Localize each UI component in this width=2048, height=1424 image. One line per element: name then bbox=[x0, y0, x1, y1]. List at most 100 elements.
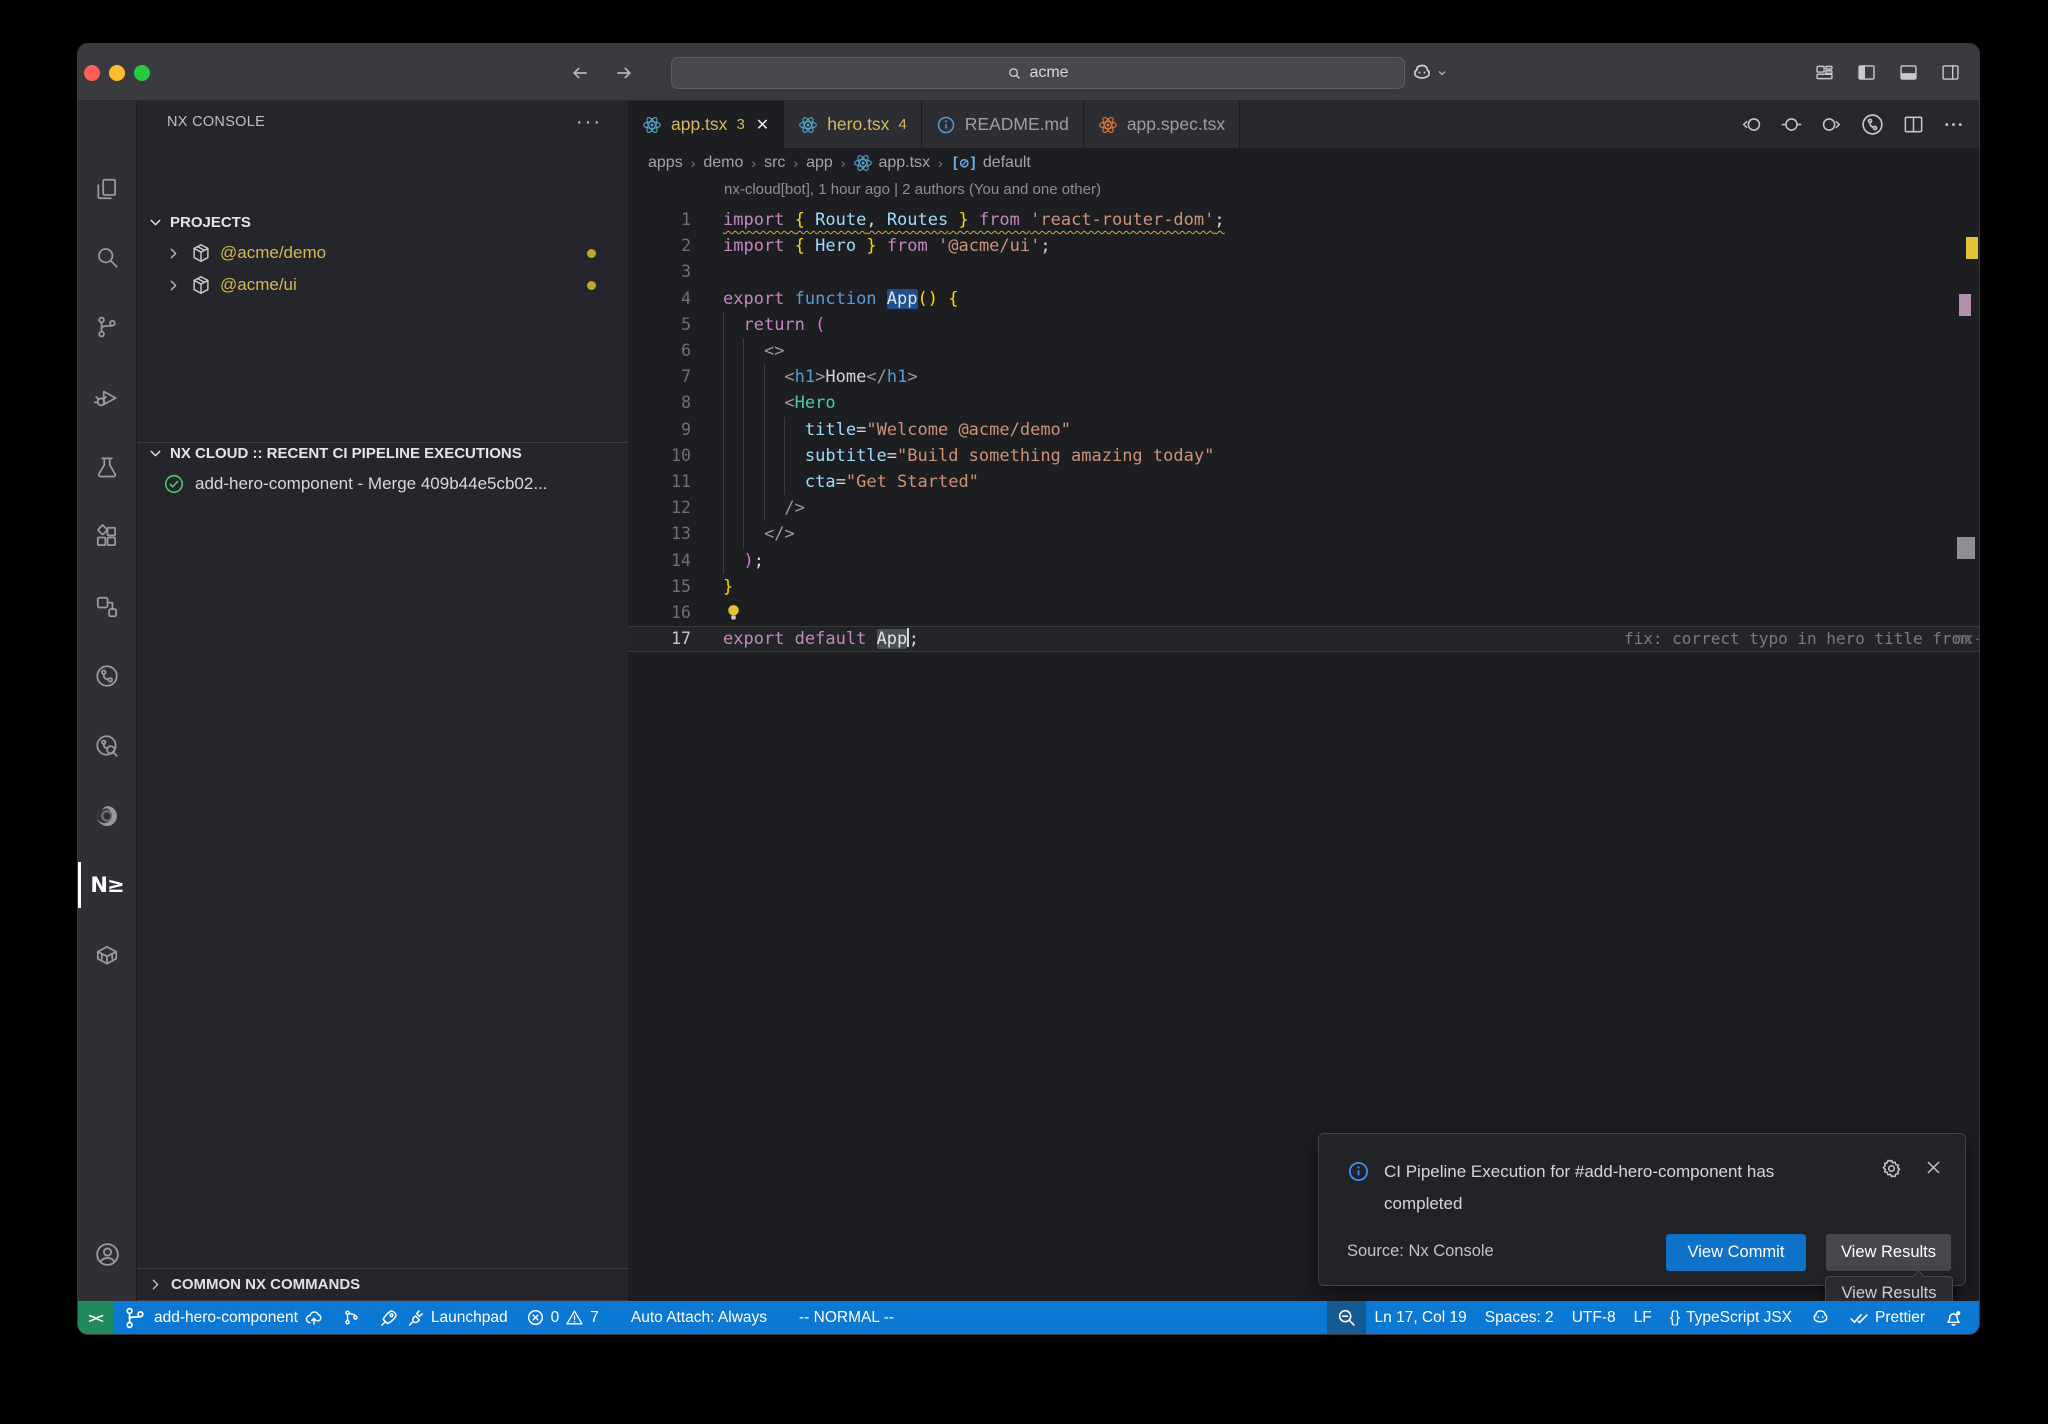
more-actions-icon[interactable]: ··· bbox=[576, 111, 602, 134]
command-center-search[interactable]: acme bbox=[671, 57, 1405, 89]
pipeline-execution-item[interactable]: add-hero-component - Merge 409b44e5cb02.… bbox=[137, 468, 628, 500]
notification-close-icon[interactable] bbox=[1924, 1158, 1943, 1179]
code-line-1[interactable]: 1 import { Route, Routes } from 'react-ro… bbox=[628, 207, 1979, 233]
code-line-16[interactable]: 16 bbox=[628, 600, 1979, 626]
status-copilot[interactable] bbox=[1801, 1301, 1840, 1334]
code-line-5[interactable]: 5 return ( bbox=[628, 312, 1979, 338]
breadcrumb-separator: › bbox=[793, 155, 798, 171]
breadcrumb-item-src[interactable]: src bbox=[764, 154, 785, 172]
status-vim-mode[interactable]: -- NORMAL -- bbox=[790, 1301, 903, 1334]
line-number: 1 bbox=[628, 207, 691, 233]
nav-back-circle-icon[interactable] bbox=[1740, 113, 1763, 136]
remote-indicator[interactable]: >< bbox=[78, 1301, 113, 1334]
activity-item-accounts[interactable] bbox=[78, 1225, 136, 1283]
activity-item-search[interactable] bbox=[78, 228, 136, 286]
toggle-primary-sidebar-icon[interactable] bbox=[1856, 62, 1877, 83]
activity-item-testing[interactable] bbox=[78, 438, 136, 496]
split-editor-icon[interactable] bbox=[1902, 113, 1925, 136]
zoom-window-button[interactable] bbox=[134, 65, 150, 81]
breadcrumb-item-demo[interactable]: demo bbox=[703, 154, 743, 172]
tab-README.md[interactable]: README.md bbox=[922, 101, 1084, 148]
code-text: import { Route, Routes } from 'react-rou… bbox=[723, 207, 1225, 233]
project-item[interactable]: @acme/demo bbox=[137, 237, 628, 269]
code-line-6[interactable]: 6 <> bbox=[628, 338, 1979, 364]
tab-app.tsx[interactable]: app.tsx3✕ bbox=[628, 101, 784, 148]
status-graph[interactable] bbox=[333, 1301, 370, 1334]
status-branch[interactable]: add-hero-component bbox=[113, 1301, 333, 1334]
breadcrumb-item-apps[interactable]: apps bbox=[648, 154, 683, 172]
tab-hero.tsx[interactable]: hero.tsx4 bbox=[784, 101, 922, 148]
code-line-10[interactable]: 10 subtitle="Build something amazing tod… bbox=[628, 443, 1979, 469]
code-line-13[interactable]: 13 </> bbox=[628, 521, 1979, 547]
status-text: add-hero-component bbox=[154, 1309, 298, 1327]
code-line-15[interactable]: 15} bbox=[628, 574, 1979, 600]
copilot-menu[interactable] bbox=[1410, 57, 1448, 89]
minimize-window-button[interactable] bbox=[109, 65, 125, 81]
status-auto-attach[interactable]: Auto Attach: Always bbox=[622, 1301, 776, 1334]
section-header-projects[interactable]: PROJECTS bbox=[137, 207, 628, 237]
activity-item-gitlens[interactable] bbox=[78, 647, 136, 705]
code-line-4[interactable]: 4export function App() { bbox=[628, 286, 1979, 312]
customize-layout-icon[interactable] bbox=[1814, 62, 1835, 83]
section-header-common-nx-commands[interactable]: COMMON NX COMMANDS bbox=[137, 1268, 628, 1300]
activity-item-run-debug[interactable] bbox=[78, 369, 136, 427]
view-commit-button[interactable]: View Commit bbox=[1666, 1234, 1806, 1271]
status-cursor-position[interactable]: Ln 17, Col 19 bbox=[1366, 1301, 1476, 1334]
nx-console-sidebar: NX CONSOLE ··· PROJECTS@acme/demo@acme/u… bbox=[136, 101, 628, 1301]
codelens-blame[interactable]: nx-cloud[bot], 1 hour ago | 2 authors (Y… bbox=[724, 181, 1101, 198]
status-notifications-bell[interactable] bbox=[1934, 1301, 1973, 1334]
activity-item-remote-targets[interactable] bbox=[78, 578, 136, 636]
tab-app.spec.tsx[interactable]: app.spec.tsx bbox=[1084, 101, 1240, 148]
nav-current-circle-icon[interactable] bbox=[1780, 113, 1803, 136]
chevron-down-icon bbox=[147, 445, 164, 462]
code-line-17[interactable]: 17export default App;fix: correct typo i… bbox=[628, 626, 1979, 652]
code-line-7[interactable]: 7 <h1>Home</h1> bbox=[628, 364, 1979, 390]
breadcrumb-item-app[interactable]: app bbox=[806, 154, 833, 172]
lightbulb-icon[interactable] bbox=[723, 602, 744, 623]
history-forward-icon[interactable] bbox=[614, 63, 634, 83]
code-line-3[interactable]: 3 bbox=[628, 259, 1979, 285]
status-problems[interactable]: 07 bbox=[517, 1301, 608, 1334]
activity-item-explorer[interactable] bbox=[78, 160, 136, 218]
history-back-icon[interactable] bbox=[570, 63, 590, 83]
activity-item-browser-tools[interactable] bbox=[78, 787, 136, 845]
activity-item-extensions[interactable] bbox=[78, 508, 136, 566]
code-line-9[interactable]: 9 title="Welcome @acme/demo" bbox=[628, 417, 1979, 443]
status-language-mode[interactable]: {}TypeScript JSX bbox=[1661, 1301, 1801, 1334]
activity-item-containers[interactable] bbox=[78, 926, 136, 984]
status-formatter[interactable]: Prettier bbox=[1840, 1301, 1934, 1334]
breadcrumb-item-app.tsx[interactable]: app.tsx bbox=[853, 153, 930, 173]
toggle-panel-icon[interactable] bbox=[1898, 62, 1919, 83]
code-line-11[interactable]: 11 cta="Get Started" bbox=[628, 469, 1979, 495]
status-launchpad[interactable]: Launchpad bbox=[370, 1301, 517, 1334]
close-tab-icon[interactable]: ✕ bbox=[756, 115, 769, 135]
code-line-14[interactable]: 14 ); bbox=[628, 548, 1979, 574]
view-results-button[interactable]: View Results bbox=[1826, 1234, 1951, 1271]
project-item[interactable]: @acme/ui bbox=[137, 269, 628, 301]
code-line-2[interactable]: 2import { Hero } from '@acme/ui'; bbox=[628, 233, 1979, 259]
nav-forward-circle-icon[interactable] bbox=[1820, 113, 1843, 136]
code-line-12[interactable]: 12 /> bbox=[628, 495, 1979, 521]
zoom-indicator[interactable] bbox=[1327, 1301, 1366, 1334]
close-window-button[interactable] bbox=[84, 65, 100, 81]
status-encoding[interactable]: UTF-8 bbox=[1563, 1301, 1625, 1334]
activity-item-source-control[interactable] bbox=[78, 298, 136, 356]
breadcrumb-separator: › bbox=[841, 155, 846, 171]
breadcrumb-item-default[interactable]: [⊘]default bbox=[951, 154, 1031, 172]
code-text: export function App() { bbox=[723, 286, 958, 312]
status-eol[interactable]: LF bbox=[1625, 1301, 1661, 1334]
ellipsis-icon[interactable] bbox=[1942, 113, 1965, 136]
toggle-secondary-sidebar-icon[interactable] bbox=[1940, 62, 1961, 83]
graph-circle-icon[interactable] bbox=[1860, 112, 1885, 137]
swirl-icon bbox=[94, 803, 120, 829]
code-line-8[interactable]: 8 <Hero bbox=[628, 390, 1979, 416]
status-indentation[interactable]: Spaces: 2 bbox=[1476, 1301, 1563, 1334]
warning-squiggle: import { Route, Routes } from 'react-rou… bbox=[723, 210, 1225, 230]
breadcrumb-separator: › bbox=[751, 155, 756, 171]
activity-item-nx-console[interactable]: N≥ bbox=[78, 856, 136, 914]
notification-settings-gear-icon[interactable] bbox=[1881, 1158, 1902, 1179]
chevron-down-icon bbox=[147, 214, 164, 231]
section-header-nx-cloud[interactable]: NX CLOUD :: RECENT CI PIPELINE EXECUTION… bbox=[137, 438, 628, 468]
code-text: title="Welcome @acme/demo" bbox=[723, 417, 1071, 443]
activity-item-gitlens-inspect[interactable] bbox=[78, 717, 136, 775]
